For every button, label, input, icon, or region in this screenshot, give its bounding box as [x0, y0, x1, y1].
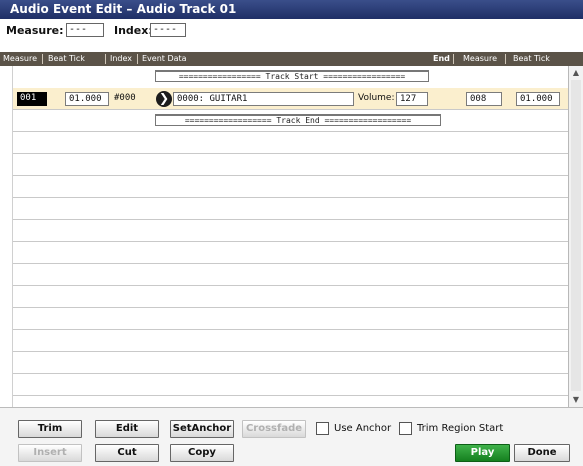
col-event-data: Event Data: [142, 54, 187, 63]
col-beat-tick: Beat Tick: [48, 54, 85, 63]
list-item[interactable]: [13, 352, 569, 374]
done-button[interactable]: Done: [514, 444, 570, 462]
list-item[interactable]: [13, 198, 569, 220]
track-start-row[interactable]: ================= Track Start ==========…: [13, 66, 569, 88]
trim-region-start-checkbox[interactable]: [399, 422, 412, 435]
event-data-field[interactable]: 0000: GUITAR1: [173, 92, 354, 106]
list-item[interactable]: [13, 176, 569, 198]
col-separator: [137, 54, 138, 64]
index-label: Index:: [114, 24, 153, 37]
list-item[interactable]: [13, 154, 569, 176]
index-field[interactable]: ----: [150, 23, 186, 37]
measure-field[interactable]: ---: [66, 23, 104, 37]
scroll-down-icon[interactable]: ▼: [569, 393, 583, 407]
volume-field[interactable]: 127: [396, 92, 428, 106]
end-measure-field[interactable]: 008: [466, 92, 502, 106]
window-title: Audio Event Edit – Audio Track 01: [0, 0, 583, 19]
col-index: Index: [110, 54, 133, 63]
edit-button[interactable]: Edit: [95, 420, 159, 438]
scroll-up-icon[interactable]: ▲: [569, 66, 583, 80]
volume-label: Volume:: [358, 93, 395, 103]
list-item[interactable]: [13, 330, 569, 352]
use-anchor-checkbox[interactable]: [316, 422, 329, 435]
copy-button[interactable]: Copy: [170, 444, 234, 462]
list-item[interactable]: [13, 286, 569, 308]
list-item[interactable]: [13, 264, 569, 286]
scroll-track[interactable]: [571, 80, 581, 391]
locate-bar: Measure: --- Index: ----: [0, 20, 583, 40]
play-button[interactable]: Play: [455, 444, 510, 462]
col-separator: [505, 54, 506, 64]
event-beat-tick[interactable]: 01.000: [65, 92, 109, 106]
list-item[interactable]: [13, 308, 569, 330]
trim-button[interactable]: Trim: [18, 420, 82, 438]
col-separator: [42, 54, 43, 64]
event-index: #000: [114, 93, 136, 103]
end-beat-tick-field[interactable]: 01.000: [516, 92, 560, 106]
list-item[interactable]: [13, 242, 569, 264]
event-list: ================= Track Start ==========…: [12, 66, 569, 407]
col-end-beat-tick: Beat Tick: [513, 54, 550, 63]
event-measure[interactable]: 001: [17, 92, 47, 106]
col-end-measure: Measure: [463, 54, 497, 63]
column-header: Measure Beat Tick Index Event Data End M…: [0, 52, 583, 66]
col-end: End: [433, 54, 450, 63]
list-item[interactable]: [13, 132, 569, 154]
list-item[interactable]: [13, 374, 569, 396]
event-list-scrollbar[interactable]: ▲ ▼: [568, 66, 583, 407]
track-end-row[interactable]: ================== Track End ===========…: [13, 110, 569, 132]
list-item[interactable]: [13, 220, 569, 242]
event-jump-arrow-icon[interactable]: ❯: [156, 91, 172, 107]
col-separator: [453, 54, 454, 64]
track-end-banner: ================== Track End ===========…: [155, 114, 441, 126]
insert-button[interactable]: Insert: [18, 444, 82, 462]
set-anchor-button[interactable]: SetAnchor: [170, 420, 234, 438]
col-separator: [105, 54, 106, 64]
cut-button[interactable]: Cut: [95, 444, 159, 462]
crossfade-button[interactable]: Crossfade: [242, 420, 306, 438]
measure-label: Measure:: [6, 24, 64, 37]
trim-region-start-label: Trim Region Start: [417, 423, 504, 434]
col-measure: Measure: [3, 54, 37, 63]
event-row[interactable]: 001 01.000 #000 ❯ 0000: GUITAR1 Volume: …: [13, 88, 569, 110]
track-start-banner: ================= Track Start ==========…: [155, 70, 429, 82]
use-anchor-label: Use Anchor: [334, 423, 392, 434]
